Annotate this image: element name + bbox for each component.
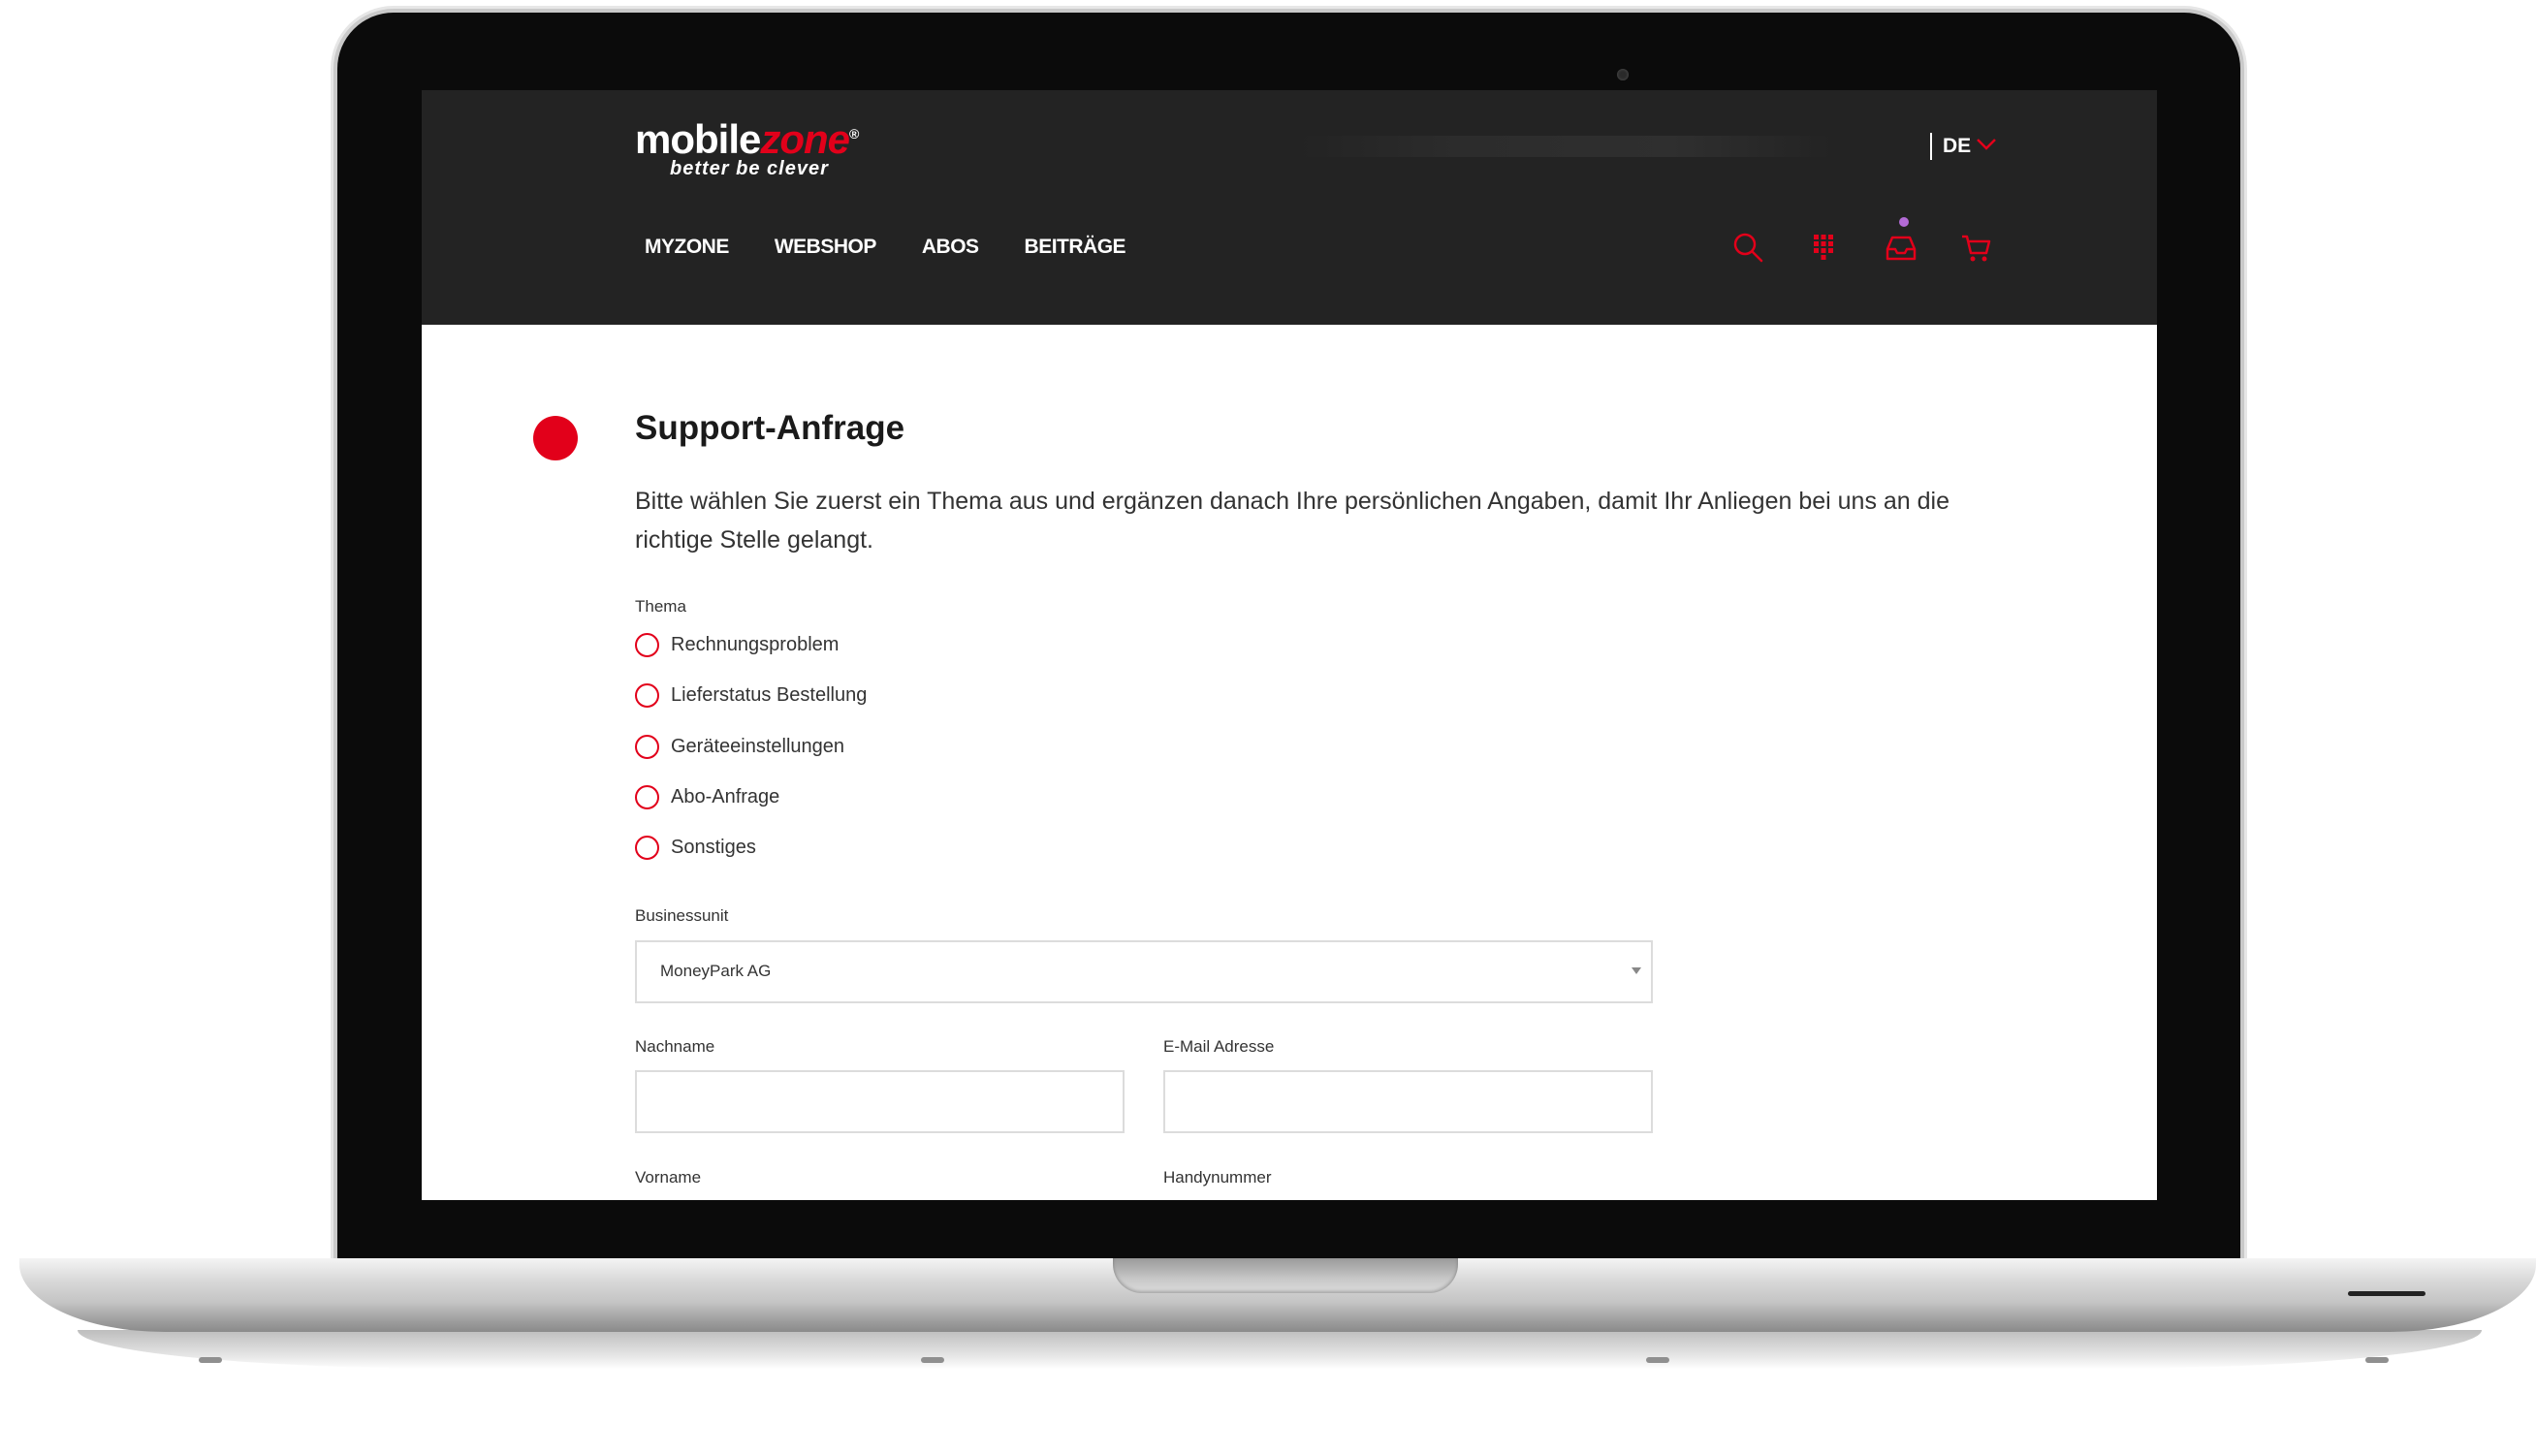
- laptop-foot: [921, 1357, 944, 1363]
- radio-button[interactable]: [635, 836, 659, 860]
- email-label: E-Mail Adresse: [1163, 1037, 1275, 1056]
- nav-item-beitraege[interactable]: BEITRÄGE: [1025, 236, 1126, 259]
- radio-button[interactable]: [635, 785, 659, 809]
- search-icon[interactable]: [1730, 230, 1765, 265]
- laptop-foot: [199, 1357, 222, 1363]
- business-unit-select[interactable]: MoneyPark AG: [635, 940, 1653, 1003]
- divider: [1930, 133, 1932, 160]
- laptop-notch: [1113, 1258, 1458, 1293]
- nav-item-myzone[interactable]: MYZONE: [645, 236, 729, 259]
- laptop-port: [2348, 1291, 2425, 1296]
- section-marker-dot: [533, 416, 578, 460]
- radio-button[interactable]: [635, 683, 659, 708]
- laptop-foot: [1646, 1357, 1669, 1363]
- logo-wordmark: mobilezone®: [635, 116, 859, 162]
- laptop-screen: mobilezone® better be clever DE MYZONE W…: [422, 90, 2157, 1200]
- laptop-foot: [2365, 1357, 2389, 1363]
- main-nav: MYZONE WEBSHOP ABOS BEITRÄGE: [645, 236, 1126, 259]
- radio-label: Lieferstatus Bestellung: [671, 684, 868, 706]
- keypad-icon[interactable]: [1806, 230, 1841, 265]
- site-header: mobilezone® better be clever DE MYZONE W…: [422, 90, 2157, 325]
- topic-option-rechnungsproblem[interactable]: Rechnungsproblem: [635, 633, 839, 657]
- caret-down-icon: [1632, 967, 1641, 974]
- business-unit-label: Businessunit: [635, 906, 729, 925]
- radio-label: Abo-Anfrage: [671, 786, 780, 807]
- laptop-base-shadow: [78, 1330, 2482, 1369]
- topic-option-sonstiges[interactable]: Sonstiges: [635, 836, 756, 860]
- firstname-label: Vorname: [635, 1168, 702, 1187]
- cart-icon[interactable]: [1959, 230, 1994, 265]
- topic-option-abo-anfrage[interactable]: Abo-Anfrage: [635, 785, 779, 809]
- language-switcher[interactable]: DE: [1943, 135, 1971, 158]
- radio-label: Sonstiges: [671, 837, 756, 858]
- nav-item-abos[interactable]: ABOS: [922, 236, 979, 259]
- radio-label: Geräteeinstellungen: [671, 736, 845, 757]
- topic-option-geraeteeinstellungen[interactable]: Geräteeinstellungen: [635, 735, 844, 759]
- phone-label: Handynummer: [1163, 1168, 1272, 1187]
- topic-option-lieferstatus[interactable]: Lieferstatus Bestellung: [635, 683, 867, 708]
- radio-button[interactable]: [635, 735, 659, 759]
- camera-icon: [1617, 69, 1629, 80]
- mobilezone-logo[interactable]: mobilezone® better be clever: [635, 113, 859, 180]
- radio-button[interactable]: [635, 633, 659, 657]
- topbar-blurred-links: [1299, 136, 1832, 157]
- lastname-label: Nachname: [635, 1037, 715, 1056]
- page-title: Support-Anfrage: [635, 409, 905, 447]
- nav-item-webshop[interactable]: WEBSHOP: [775, 236, 877, 259]
- business-unit-value: MoneyPark AG: [660, 962, 772, 980]
- lastname-field[interactable]: [635, 1070, 1125, 1133]
- intro-text: Bitte wählen Sie zuerst ein Thema aus un…: [635, 488, 1950, 554]
- inbox-icon[interactable]: [1884, 230, 1918, 265]
- chevron-down-icon[interactable]: [1975, 135, 1998, 154]
- notification-dot: [1899, 217, 1909, 227]
- email-field[interactable]: [1163, 1070, 1653, 1133]
- radio-label: Rechnungsproblem: [671, 634, 840, 655]
- topic-label: Thema: [635, 597, 686, 616]
